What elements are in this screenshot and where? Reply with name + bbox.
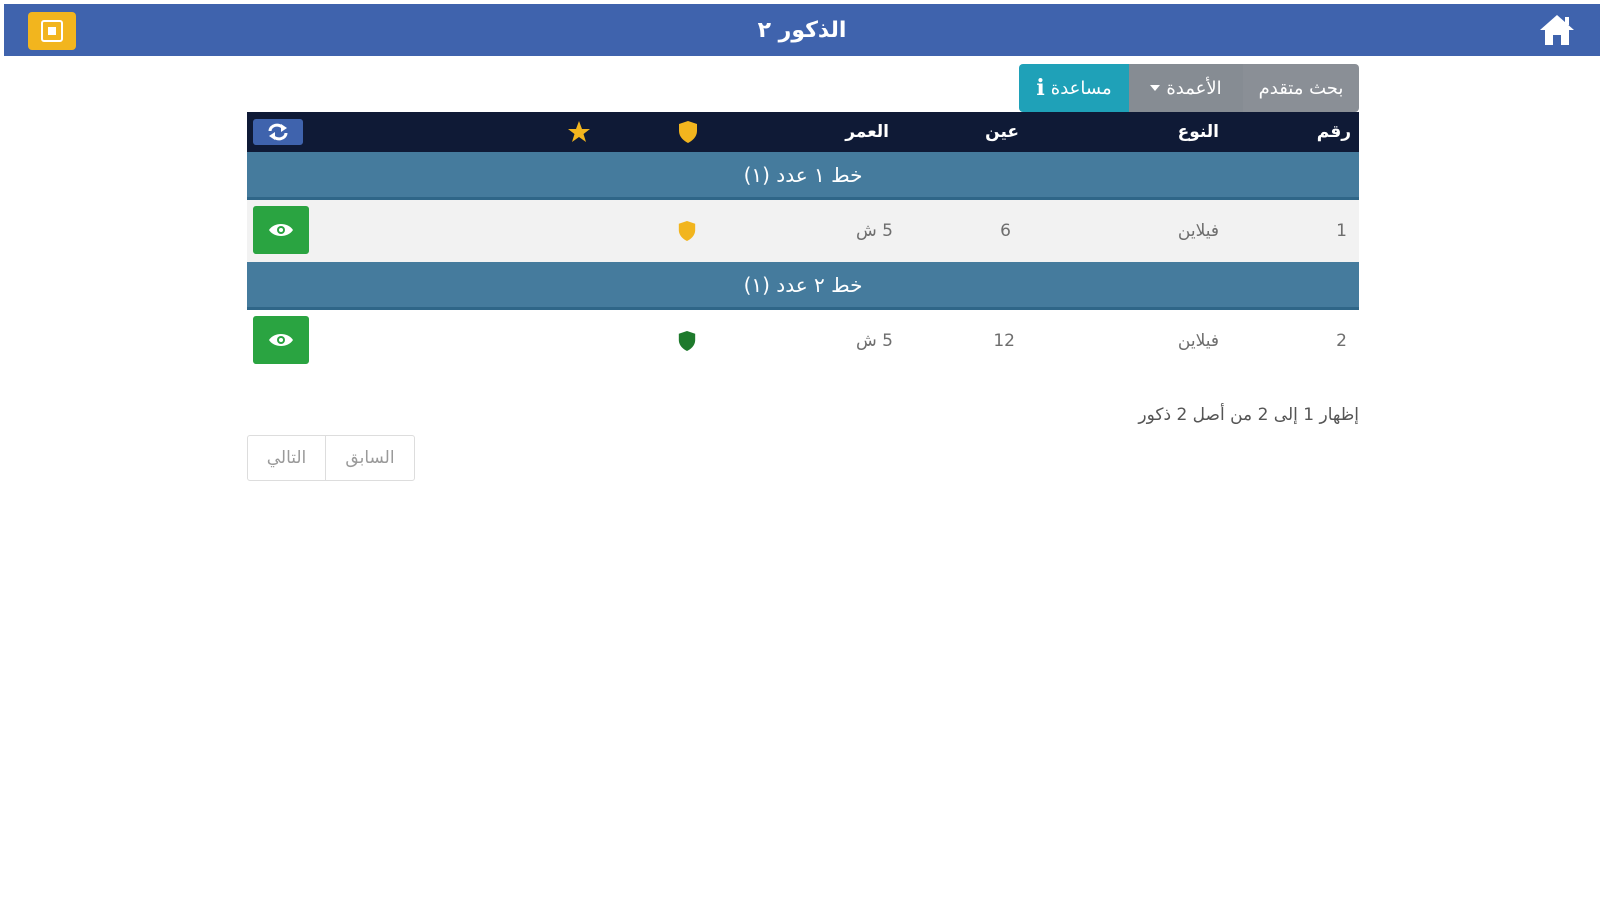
page-title: الذكور ٢ [757,17,847,43]
home-icon [1540,15,1574,45]
group-label: خط ٢ عدد (١) [743,272,863,297]
cell-shield [677,310,697,372]
view-button[interactable] [253,206,309,254]
shield-icon [679,121,697,143]
advanced-search-label: بحث متقدم [1258,77,1344,99]
app-header: الذكور ٢ [4,4,1600,56]
cell-age: 5 ش [856,331,893,351]
cell-eye: 12 [993,331,1015,351]
cell-age: 5 ش [856,221,893,241]
cell-shield [677,200,697,262]
col-header-eye[interactable]: عين [985,112,1019,152]
menu-button[interactable] [28,12,76,50]
eye-icon [269,224,293,236]
cell-type: فيلاين [1177,331,1219,351]
cell-number: 1 [1336,221,1347,241]
shield-icon [678,331,696,351]
shield-icon [678,221,696,241]
help-label: مساعدة [1050,77,1112,99]
help-button[interactable]: مساعدة i [1019,64,1129,112]
previous-page-button[interactable]: السابق [326,436,414,480]
advanced-search-button[interactable]: بحث متقدم [1243,64,1359,112]
col-header-star[interactable] [567,112,591,152]
table-row: 2 فيلاين 12 5 ش [247,310,1359,372]
refresh-button[interactable] [253,119,303,145]
col-header-number[interactable]: رقم [1317,112,1351,152]
columns-dropdown-button[interactable]: الأعمدة [1129,64,1243,112]
males-table: رقم النوع عين العمر خط ١ عدد (١) 1 فيلاي… [247,112,1359,372]
col-header-age[interactable]: العمر [845,112,889,152]
group-row-line-1[interactable]: خط ١ عدد (١) [247,152,1359,200]
refresh-icon [268,123,288,141]
eye-icon [269,334,293,346]
menu-square-icon [41,20,63,42]
col-header-type[interactable]: النوع [1178,112,1219,152]
table-toolbar: بحث متقدم الأعمدة مساعدة i [1019,64,1359,112]
table-header: رقم النوع عين العمر [247,112,1359,152]
table-row: 1 فيلاين 6 5 ش [247,200,1359,262]
star-icon [568,121,590,142]
cell-type: فيلاين [1177,221,1219,241]
group-label: خط ١ عدد (١) [743,162,863,187]
columns-label: الأعمدة [1166,77,1222,99]
view-button[interactable] [253,316,309,364]
caret-down-icon [1150,85,1161,91]
pagination: التالي السابق [247,435,415,481]
cell-number: 2 [1336,331,1347,351]
group-row-line-2[interactable]: خط ٢ عدد (١) [247,262,1359,310]
info-icon: i [1036,75,1045,101]
home-button[interactable] [1536,12,1578,48]
col-header-shield[interactable] [677,112,699,152]
pagination-summary: إظهار 1 إلى 2 من أصل 2 ذكور [1138,405,1359,425]
cell-eye: 6 [1000,221,1011,241]
next-page-button[interactable]: التالي [248,436,326,480]
